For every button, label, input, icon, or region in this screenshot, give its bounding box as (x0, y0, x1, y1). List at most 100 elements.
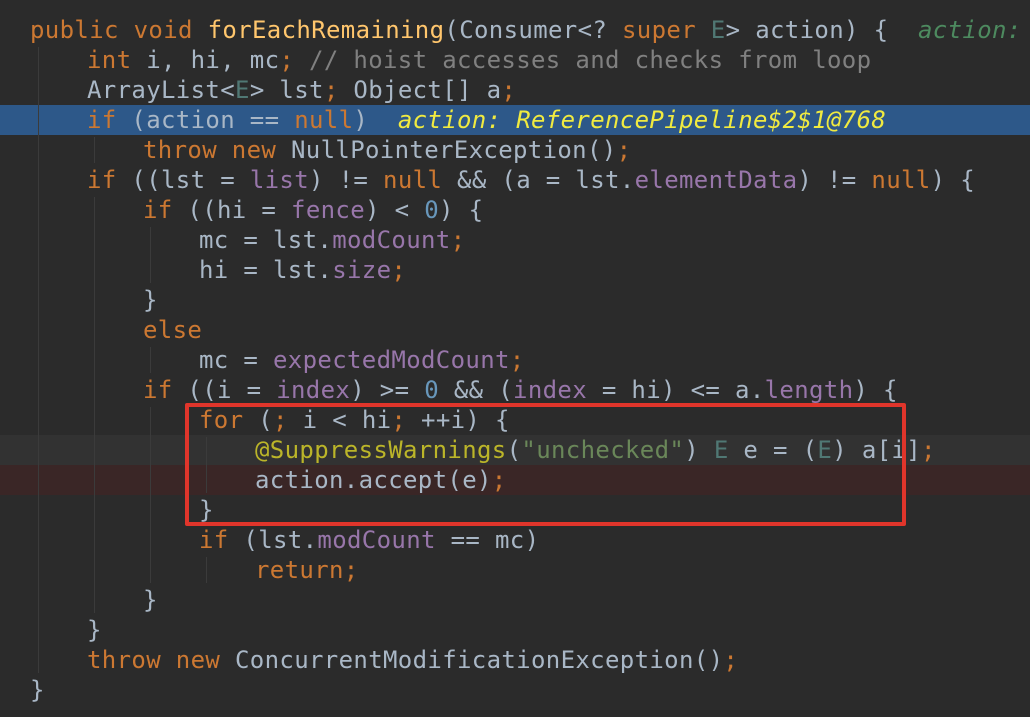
code-text: public void forEachRemaining(Consumer<? … (30, 15, 1030, 45)
code-token: = hi) <= a. (601, 376, 765, 404)
code-token: ; (450, 226, 466, 254)
code-token: index (276, 376, 351, 404)
indent-guide (94, 137, 95, 163)
code-token: } (30, 676, 45, 704)
code-token: void (133, 16, 208, 44)
code-text: if ((hi = fence) < 0) { (143, 195, 483, 225)
code-line[interactable]: if (lst.modCount == mc) (0, 525, 1030, 555)
code-editor[interactable]: public void forEachRemaining(Consumer<? … (0, 0, 1030, 717)
code-line[interactable]: } (0, 615, 1030, 645)
code-token: // hoist accesses and checks from loop (309, 46, 872, 74)
code-token: if (199, 526, 244, 554)
indent-guide (38, 47, 39, 673)
code-text: mc = expectedModCount; (199, 345, 525, 375)
code-token: public (30, 16, 134, 44)
code-text: if (lst.modCount == mc) (199, 525, 539, 555)
inline-debug-value: action: ReferencePipeline$2$1@768 (397, 106, 887, 134)
code-line[interactable]: if ((i = index) >= 0 && (index = hi) <= … (0, 375, 1030, 405)
code-token: ) != (797, 166, 872, 194)
inline-debug-value: action: ReferencePipeline$2$1@768 (918, 16, 1022, 44)
code-text: return; (255, 555, 359, 585)
code-token: ) { (853, 376, 898, 404)
code-token: ) < (365, 196, 425, 224)
code-token: } (143, 586, 158, 614)
code-line[interactable]: ArrayList<E> lst; Object[] a; (0, 75, 1030, 105)
code-token: if (143, 196, 188, 224)
code-token: ; (616, 136, 632, 164)
code-token: index (513, 376, 602, 404)
code-token: if (143, 376, 188, 404)
code-token: (action == (131, 106, 295, 134)
code-token: ) (353, 106, 398, 134)
code-token: mc = (199, 346, 273, 374)
code-text: ArrayList<E> lst; Object[] a; (87, 75, 516, 105)
code-line[interactable]: } (0, 675, 1030, 705)
code-line[interactable]: if ((hi = fence) < 0) { (0, 195, 1030, 225)
code-token: ) >= (350, 376, 425, 404)
code-token: throw new (87, 646, 235, 674)
code-token: ) { (930, 166, 976, 194)
code-line[interactable]: public void forEachRemaining(Consumer<? … (0, 15, 1030, 45)
code-token: > action) { (725, 16, 918, 44)
code-token: ; (509, 346, 525, 374)
code-line[interactable]: } (0, 285, 1030, 315)
code-token: hi = lst. (199, 256, 333, 284)
code-line[interactable]: if ((lst = list) != null && (a = lst.ele… (0, 165, 1030, 195)
code-token: ; (723, 646, 739, 674)
code-line[interactable]: } (0, 585, 1030, 615)
code-text: if (action == null) action: ReferencePip… (87, 105, 886, 135)
code-token: mc = lst. (199, 226, 333, 254)
code-text: } (143, 585, 158, 615)
code-token: return (255, 556, 344, 584)
code-text: } (143, 285, 158, 315)
execution-line[interactable]: if (action == null) action: ReferencePip… (0, 105, 1030, 135)
code-line[interactable]: int i, hi, mc; // hoist accesses and che… (0, 45, 1030, 75)
code-line[interactable]: return; (0, 555, 1030, 585)
code-token: if (87, 166, 132, 194)
code-token: ; (391, 256, 407, 284)
code-token: size (332, 256, 392, 284)
code-token: expectedModCount (273, 346, 510, 374)
code-token: ; (343, 556, 359, 584)
code-token: ; (323, 76, 354, 104)
code-line[interactable]: throw new ConcurrentModificationExceptio… (0, 645, 1030, 675)
code-text: } (87, 615, 102, 645)
code-line[interactable]: mc = lst.modCount; (0, 225, 1030, 255)
code-token: forEachRemaining (207, 16, 445, 44)
code-token: modCount (332, 226, 451, 254)
code-token: throw new (143, 136, 291, 164)
code-token: NullPointerException() (291, 136, 617, 164)
code-token: } (143, 286, 158, 314)
code-text: else (143, 315, 202, 345)
code-token: i, hi, mc (146, 46, 280, 74)
code-token: ((lst = (131, 166, 250, 194)
code-token: Object[] a (353, 76, 502, 104)
code-token: length (764, 376, 854, 404)
code-token: ) { (439, 196, 484, 224)
indent-guide (94, 197, 95, 613)
annotation-highlight-box (185, 403, 906, 526)
code-line[interactable]: throw new NullPointerException(); (0, 135, 1030, 165)
code-token: ((i = (187, 376, 277, 404)
code-token: (lst. (243, 526, 318, 554)
code-token: modCount (317, 526, 451, 554)
code-token: ConcurrentModificationException() (235, 646, 724, 674)
code-line[interactable]: hi = lst.size; (0, 255, 1030, 285)
code-line[interactable]: mc = expectedModCount; (0, 345, 1030, 375)
code-token: ((hi = (187, 196, 292, 224)
code-token: if (87, 106, 132, 134)
code-token: super (622, 16, 711, 44)
code-line[interactable]: else (0, 315, 1030, 345)
code-text: mc = lst.modCount; (199, 225, 465, 255)
code-token: ) != (309, 166, 384, 194)
code-token: null (383, 166, 458, 194)
code-token: (Consumer<? (444, 16, 622, 44)
code-token: else (143, 316, 203, 344)
code-token: > lst (249, 76, 324, 104)
indent-guide (150, 407, 151, 583)
code-token: ; (279, 46, 310, 74)
code-token: == mc) (450, 526, 540, 554)
code-token: && (a = lst. (457, 166, 635, 194)
code-text: throw new ConcurrentModificationExceptio… (87, 645, 738, 675)
code-token: ; (921, 436, 936, 464)
